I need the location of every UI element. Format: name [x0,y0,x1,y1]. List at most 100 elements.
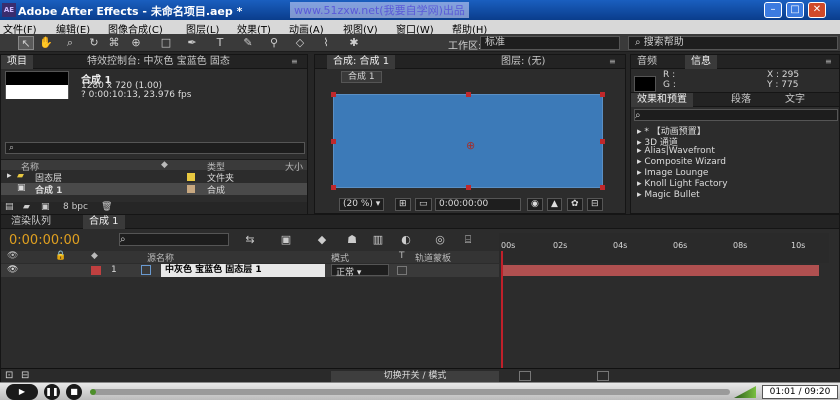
resolution-icon[interactable]: ⊟ [587,198,603,211]
zoom-out-icon[interactable] [519,371,531,381]
effect-category[interactable]: ▸ Image Lounge [637,168,708,178]
graph-editor-icon[interactable]: ◎ [431,232,449,247]
toggle-switches-modes-button[interactable]: 切换开关 / 模式 [331,371,499,382]
snapshot-icon[interactable]: ◉ [527,198,543,211]
mask-toggle-icon[interactable]: ▭ [415,198,432,211]
show-snapshot-icon[interactable]: ▲ [547,198,562,211]
layer-duration-bar[interactable] [501,265,819,276]
transform-handle[interactable] [466,185,471,190]
text-tool-icon[interactable]: T [212,36,228,50]
selection-tool-icon[interactable]: ↖ [18,36,34,50]
zoom-select[interactable]: (20 %) ▾ [339,198,385,211]
volume-icon[interactable] [734,386,756,398]
col-trkmat[interactable]: 轨道蒙板 [415,251,451,264]
pan-behind-tool-icon[interactable]: ⊕ [128,36,144,50]
timeline-search-input[interactable]: ⌕ [119,233,229,246]
trash-icon[interactable]: 🗑 [101,202,112,212]
anchor-point-icon[interactable]: ⊕ [466,139,475,152]
visibility-toggle-icon[interactable]: 👁 [7,265,18,275]
tab-project[interactable]: 项目 [1,55,33,69]
toggle-panes-icon[interactable]: ⊟ [21,370,29,381]
play-button[interactable]: ▶ [6,384,38,400]
draft-3d-icon[interactable]: ◆ [313,232,331,247]
live-update-icon[interactable]: ▣ [277,232,295,247]
tab-paragraph[interactable]: 段落 [725,93,757,107]
col-mode[interactable]: 模式 [331,251,349,264]
pen-tool-icon[interactable]: ✒ [184,36,200,50]
channel-icon[interactable]: ✿ [567,198,583,211]
motion-blur-icon[interactable]: ◐ [397,232,415,247]
transform-handle[interactable] [466,92,471,97]
effect-category[interactable]: ▸ Alias|Wavefront [637,146,715,156]
table-row[interactable]: 👁 1 中灰色 宝蓝色 固态层 1 正常 ▾ [1,264,499,278]
transform-handle[interactable] [600,139,605,144]
effect-category[interactable]: ▸ Composite Wizard [637,157,726,167]
effect-category[interactable]: ▸ Magic Bullet [637,190,700,200]
blend-mode-select[interactable]: 正常 ▾ [331,264,389,278]
rectangle-tool-icon[interactable]: □ [158,36,174,50]
safe-zones-icon[interactable]: ⊞ [395,198,411,211]
camera-tool-icon[interactable]: ⌘ [106,36,122,50]
roto-brush-tool-icon[interactable]: ⌇ [318,36,334,50]
workspace-value: 标准 [485,37,505,48]
frame-blending-icon[interactable]: ▥ [369,232,387,247]
stop-button[interactable]: ■ [66,384,82,400]
list-item[interactable]: ▣ 合成 1 合成 [1,183,307,196]
expand-arrow-icon[interactable]: ▸ [7,171,12,181]
comp-subtab[interactable]: 合成 1 [341,71,382,83]
layer-name[interactable]: 中灰色 宝蓝色 固态层 1 [161,264,325,277]
label-color-swatch[interactable] [91,266,101,275]
tab-effect-controls[interactable]: 特效控制台: 中灰色 宝蓝色 固态 [81,55,236,69]
zoom-in-icon[interactable] [597,371,609,381]
close-button[interactable]: ✕ [808,2,826,18]
transform-handle[interactable] [331,92,336,97]
panel-menu-icon[interactable]: ≡ [291,57,303,66]
tab-composition[interactable]: 合成: 合成 1 [327,55,396,69]
rotate-tool-icon[interactable]: ↻ [86,36,102,50]
project-search-input[interactable]: ⌕ [5,142,305,154]
transform-handle[interactable] [600,185,605,190]
minimize-button[interactable]: – [764,2,782,18]
viewer-timecode[interactable]: 0:00:00:00 [435,198,521,211]
playback-progress-track[interactable] [90,389,730,395]
help-search-input[interactable]: ⌕ 搜索帮助 [628,36,838,50]
tab-layer[interactable]: 图层: (无) [495,55,551,69]
new-folder-icon[interactable]: ▰ [23,202,30,212]
list-item[interactable]: ▸ ▰ 固态层 文件夹 [1,171,307,184]
interpret-footage-icon[interactable]: ▤ [5,202,14,212]
expand-panes-icon[interactable]: ⊡ [5,370,13,381]
time-ruler[interactable]: 00s 02s 04s 06s 08s 10s [499,233,829,263]
panel-menu-icon[interactable]: ≡ [825,57,837,66]
transform-handle[interactable] [600,92,605,97]
col-t[interactable]: T [399,251,405,261]
col-source-name[interactable]: 源名称 [147,251,174,264]
transform-handle[interactable] [331,139,336,144]
new-comp-icon[interactable]: ▣ [41,202,50,212]
tab-character[interactable]: 文字 [779,93,811,107]
maximize-button[interactable]: □ [786,2,804,18]
eraser-tool-icon[interactable]: ◇ [292,36,308,50]
tab-info[interactable]: 信息 [685,55,717,69]
zoom-tool-icon[interactable]: ⌕ [62,36,78,50]
pause-button[interactable]: ❚❚ [44,384,60,400]
bpc-label[interactable]: 8 bpc [63,202,88,212]
tab-effects-presets[interactable]: 效果和预置 [631,93,693,107]
panel-menu-icon[interactable]: ≡ [609,57,621,66]
tab-comp-timeline[interactable]: 合成 1 [83,215,125,229]
tab-render-queue[interactable]: 渲染队列 [5,215,57,229]
tab-audio[interactable]: 音频 [631,55,663,69]
current-time-indicator[interactable] [501,251,503,383]
puppet-tool-icon[interactable]: ✱ [346,36,362,50]
current-time-display[interactable]: 0:00:00:00 [9,233,80,248]
workspace-select[interactable]: 标准 [480,36,620,50]
effect-category[interactable]: ▸ Knoll Light Factory [637,179,728,189]
hand-tool-icon[interactable]: ✋ [38,36,54,50]
brush-tool-icon[interactable]: ✎ [240,36,256,50]
clone-stamp-tool-icon[interactable]: ⚲ [266,36,282,50]
shy-layers-icon[interactable]: ☗ [343,232,361,247]
transform-handle[interactable] [331,185,336,190]
brainstorm-icon[interactable]: ⌸ [459,232,477,247]
comp-mini-flowchart-icon[interactable]: ⇆ [241,232,259,247]
effects-search-input[interactable]: ⌕ [634,109,838,121]
preserve-transparency-checkbox[interactable] [397,266,407,275]
